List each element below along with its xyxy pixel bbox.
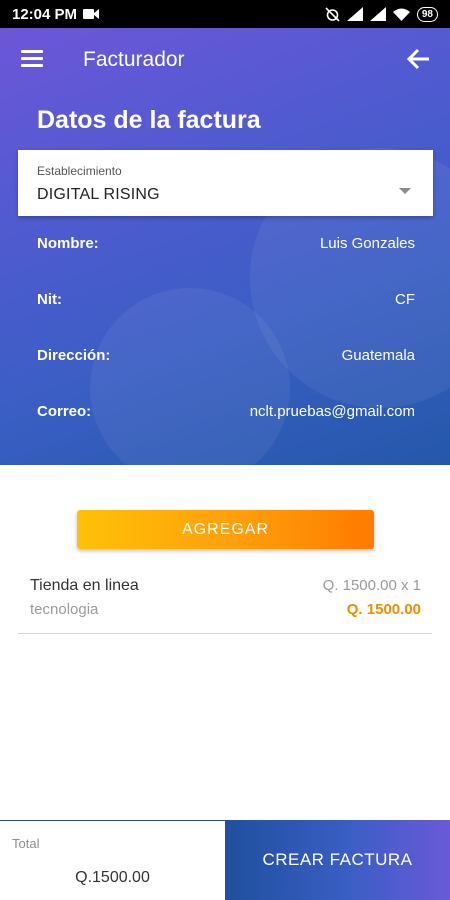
arrow-back-icon[interactable] [406,46,432,72]
item-name: Tienda en linea [30,577,139,594]
invoice-header-panel: Facturador Datos de la factura Estableci… [0,28,450,465]
info-label: Correo: [37,403,92,420]
info-value: Luis Gonzales [319,235,415,252]
info-row-nit: Nit: CF [37,291,415,315]
footer-bar: Total Q.1500.00 CREAR FACTURA [0,820,450,900]
establishment-select[interactable]: Establecimiento DIGITAL RISING [18,150,433,216]
video-camera-icon [83,9,100,19]
establishment-label: Establecimiento [37,164,122,178]
info-value: Guatemala [341,347,415,364]
info-row-direccion: Dirección: Guatemala [37,347,415,371]
info-row-correo: Correo: nclt.pruebas@gmail.com [37,403,415,427]
total-value: Q.1500.00 [75,869,150,886]
info-value: nclt.pruebas@gmail.com [249,403,415,420]
app-title: Facturador [83,48,185,71]
info-row-nombre: Nombre: Luis Gonzales [37,235,415,259]
menu-icon[interactable] [21,50,43,68]
status-time: 12:04 PM [12,5,78,23]
total-label: Total [12,836,40,851]
info-label: Nit: [37,291,62,308]
section-title: Datos de la factura [37,106,261,134]
app-bar: Facturador [0,28,450,92]
wifi-icon [392,8,410,21]
list-item[interactable]: Tienda en linea tecnologia Q. 1500.00 x … [18,568,432,634]
create-invoice-button[interactable]: CREAR FACTURA [225,820,450,900]
item-total: Q. 1500.00 [346,601,421,618]
add-item-button[interactable]: AGREGAR [77,510,374,549]
battery-indicator: 98 [416,6,438,22]
dropdown-arrow-icon [399,188,411,194]
signal-icon [346,7,363,21]
signal-icon-2 [369,7,386,21]
item-category: tecnologia [30,601,99,618]
item-quantity: Q. 1500.00 x 1 [322,577,421,594]
info-label: Nombre: [37,235,99,252]
alarm-off-icon [325,6,340,22]
info-value: CF [395,291,415,308]
info-label: Dirección: [37,347,111,364]
status-bar: 12:04 PM 98 [0,0,450,28]
establishment-value: DIGITAL RISING [37,186,160,203]
total-box: Total Q.1500.00 [0,820,225,900]
